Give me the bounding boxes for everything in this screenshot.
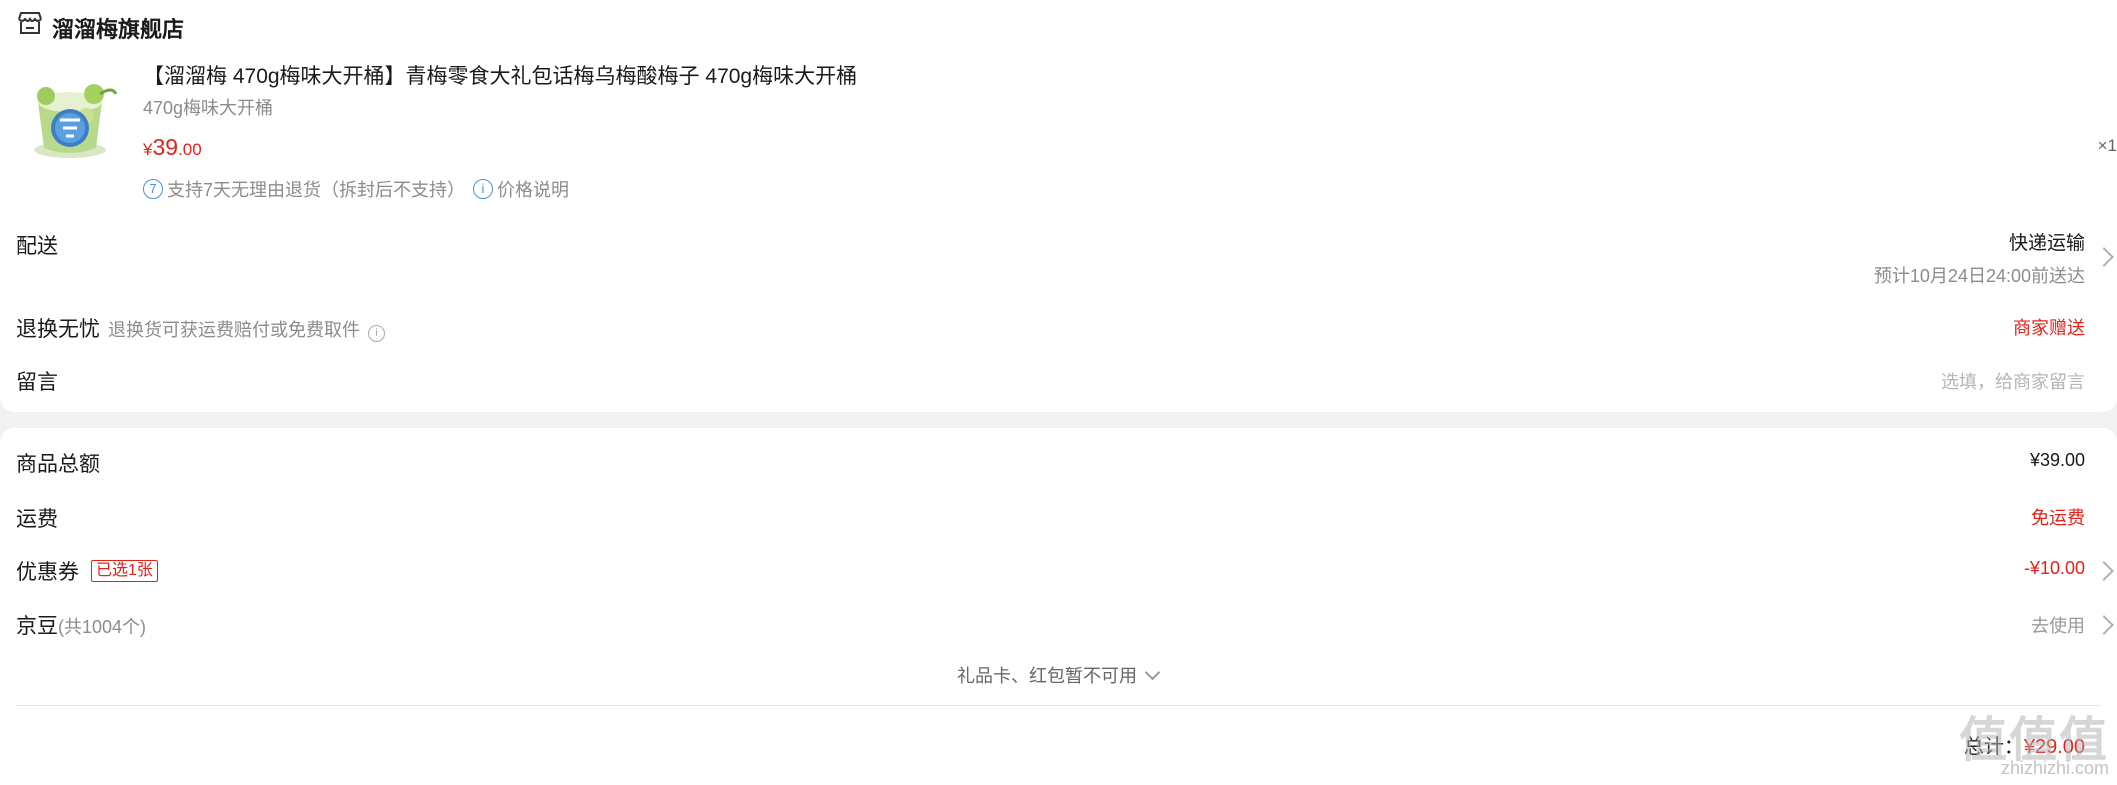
jingdou-chevron-icon[interactable] — [2094, 615, 2114, 635]
price-explanation-text: 价格说明 — [497, 180, 569, 200]
shipping-value: 免运费 — [2031, 508, 2085, 528]
shipping-label: 运费 — [16, 508, 58, 531]
delivery-method[interactable]: 快递运输 — [2009, 228, 2085, 255]
giftcard-toggle[interactable]: 礼品卡、红包暂不可用 — [957, 662, 1161, 688]
jingdou-row[interactable]: 京豆 (共1004个) — [16, 610, 146, 640]
info-icon: i — [473, 179, 493, 199]
jingdou-action[interactable]: 去使用 — [2031, 612, 2085, 638]
watermark-url: zhizhizhi.com — [2000, 758, 2109, 778]
seven-day-icon: 7 — [143, 179, 163, 199]
worry-free-label: 退换无忧 — [16, 318, 100, 341]
coupon-value[interactable]: -¥10.00 — [2024, 558, 2085, 579]
jingdou-label: 京豆 — [16, 615, 58, 638]
return-policy[interactable]: 7 支持7天无理由退货（拆封后不支持） — [143, 176, 465, 202]
order-card: 溜溜梅旗舰店 【溜溜梅 470g梅味大开桶】青梅零食大礼包话梅乌梅酸梅子 470… — [0, 0, 2117, 412]
divider — [16, 705, 2101, 706]
info-icon[interactable]: i — [368, 325, 385, 342]
delivery-label: 配送 — [16, 235, 58, 258]
delivery-chevron-icon[interactable] — [2094, 247, 2114, 267]
return-policy-text: 支持7天无理由退货（拆封后不支持） — [167, 180, 466, 200]
giftcard-note: 礼品卡、红包暂不可用 — [957, 666, 1137, 686]
product-image[interactable] — [16, 72, 124, 160]
store-icon — [18, 12, 42, 34]
goods-total-value: ¥39.00 — [2029, 450, 2085, 470]
product-price: ¥39.00 — [143, 134, 202, 161]
summary-card: 商品总额 ¥39.00 运费 免运费 优惠券 已选1张 -¥10.00 京豆 (… — [0, 428, 2117, 785]
coupon-row[interactable]: 优惠券 已选1张 — [16, 556, 158, 586]
price-decimal: .00 — [178, 140, 202, 159]
coupon-chevron-icon[interactable] — [2094, 561, 2114, 581]
goods-total-label: 商品总额 — [16, 453, 100, 476]
coupon-label: 优惠券 — [16, 561, 79, 584]
price-explanation[interactable]: i 价格说明 — [473, 176, 569, 202]
product-title[interactable]: 【溜溜梅 470g梅味大开桶】青梅零食大礼包话梅乌梅酸梅子 470g梅味大开桶 — [143, 60, 857, 90]
message-input[interactable]: 选填，给商家留言 — [1941, 368, 2085, 394]
product-spec: 470g梅味大开桶 — [143, 98, 274, 118]
chevron-down-icon — [1144, 664, 1161, 681]
message-label: 留言 — [16, 371, 58, 394]
store-name[interactable]: 溜溜梅旗舰店 — [52, 12, 184, 44]
worry-free-desc: 退换货可获运费赔付或免费取件 — [108, 320, 360, 340]
delivery-eta: 预计10月24日24:00前送达 — [1873, 266, 2085, 286]
worry-free-value: 商家赠送 — [2013, 318, 2085, 338]
price-integer: 39 — [152, 134, 179, 160]
product-quantity: ×1 — [2097, 136, 2117, 155]
worry-free-row[interactable]: 退换无忧 退换货可获运费赔付或免费取件 i — [16, 313, 385, 343]
coupon-badge: 已选1张 — [91, 560, 158, 582]
jingdou-count: (共1004个) — [58, 617, 147, 637]
